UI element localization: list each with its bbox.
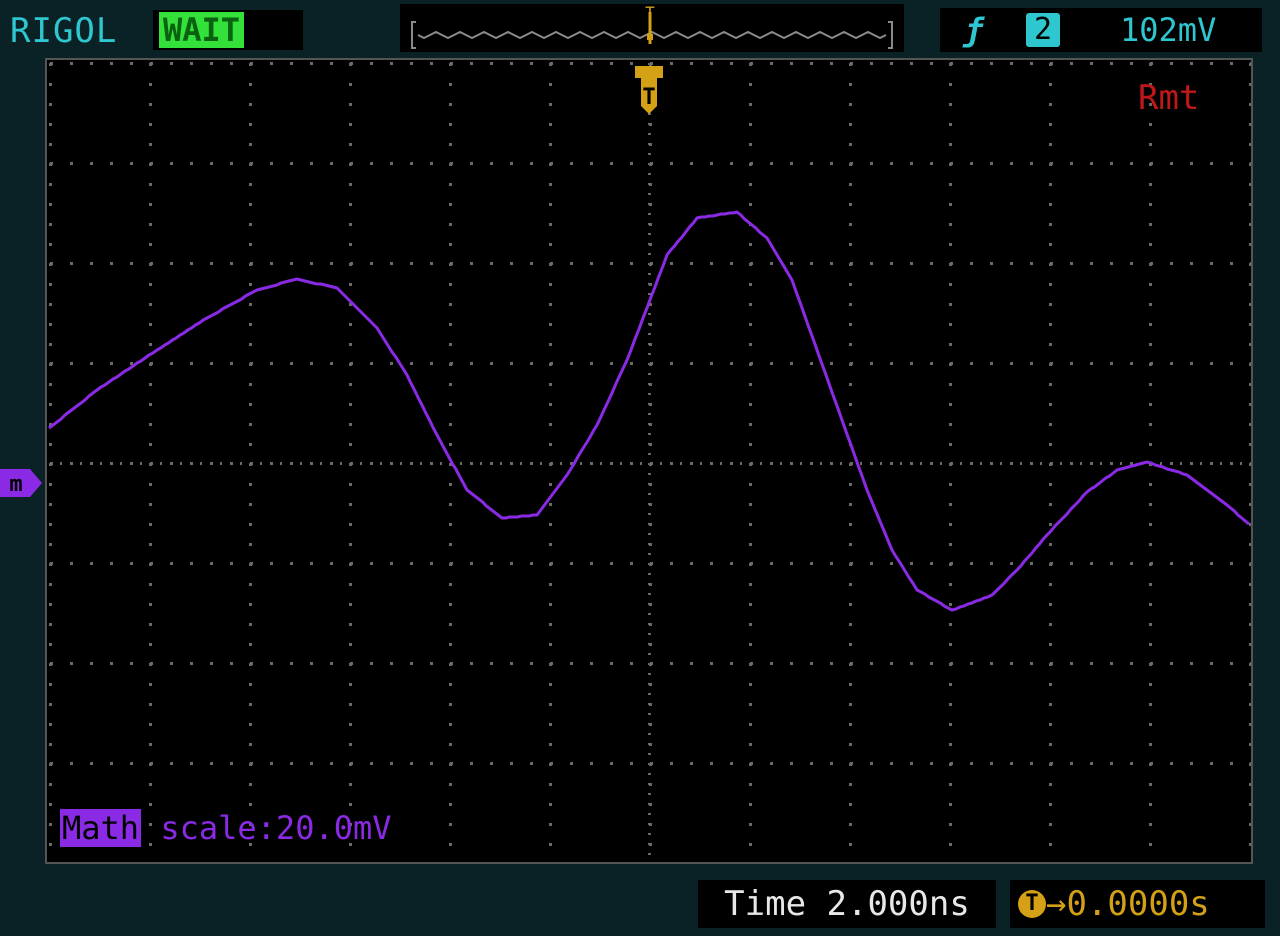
graticule-grid xyxy=(49,62,1253,855)
rising-edge-icon: ƒ xyxy=(964,11,984,49)
trigger-marker-label: T xyxy=(642,85,655,110)
timebase-readout[interactable]: Time 2.000ns xyxy=(698,880,996,928)
run-status-indicator: WAIT xyxy=(153,10,303,50)
memory-trigger-marker: T xyxy=(645,4,655,22)
trigger-offset-readout[interactable]: T →0.0000s xyxy=(1010,880,1265,928)
trigger-offset-value: 0.0000s xyxy=(1066,884,1210,924)
waveform-memory-overview: T xyxy=(411,3,893,49)
trigger-position-marker: T xyxy=(635,66,663,114)
trigger-icon: T xyxy=(1018,889,1046,918)
trigger-channel-badge: 2 xyxy=(1026,13,1060,47)
math-scale-value: scale:20.0mV xyxy=(141,809,392,847)
trigger-offset-arrow: → xyxy=(1046,884,1067,924)
math-tag: Math xyxy=(60,809,142,847)
trigger-info-panel[interactable]: ƒ 2 102mV xyxy=(940,8,1262,52)
remote-indicator: Rmt xyxy=(1138,78,1200,118)
math-marker-label: m xyxy=(9,472,22,497)
math-trace xyxy=(48,210,1250,612)
math-scale-label: Math scale:20.0mV xyxy=(60,809,392,847)
math-ground-marker[interactable]: m xyxy=(0,469,44,497)
run-status-label: WAIT xyxy=(159,12,245,48)
memory-depth-bar: T xyxy=(400,3,904,52)
brand-logo: RIGOL xyxy=(10,11,118,51)
waveform-display[interactable]: T xyxy=(45,58,1253,864)
trigger-level: 102mV xyxy=(1120,11,1217,49)
graticule-and-trace: T xyxy=(48,62,1253,855)
